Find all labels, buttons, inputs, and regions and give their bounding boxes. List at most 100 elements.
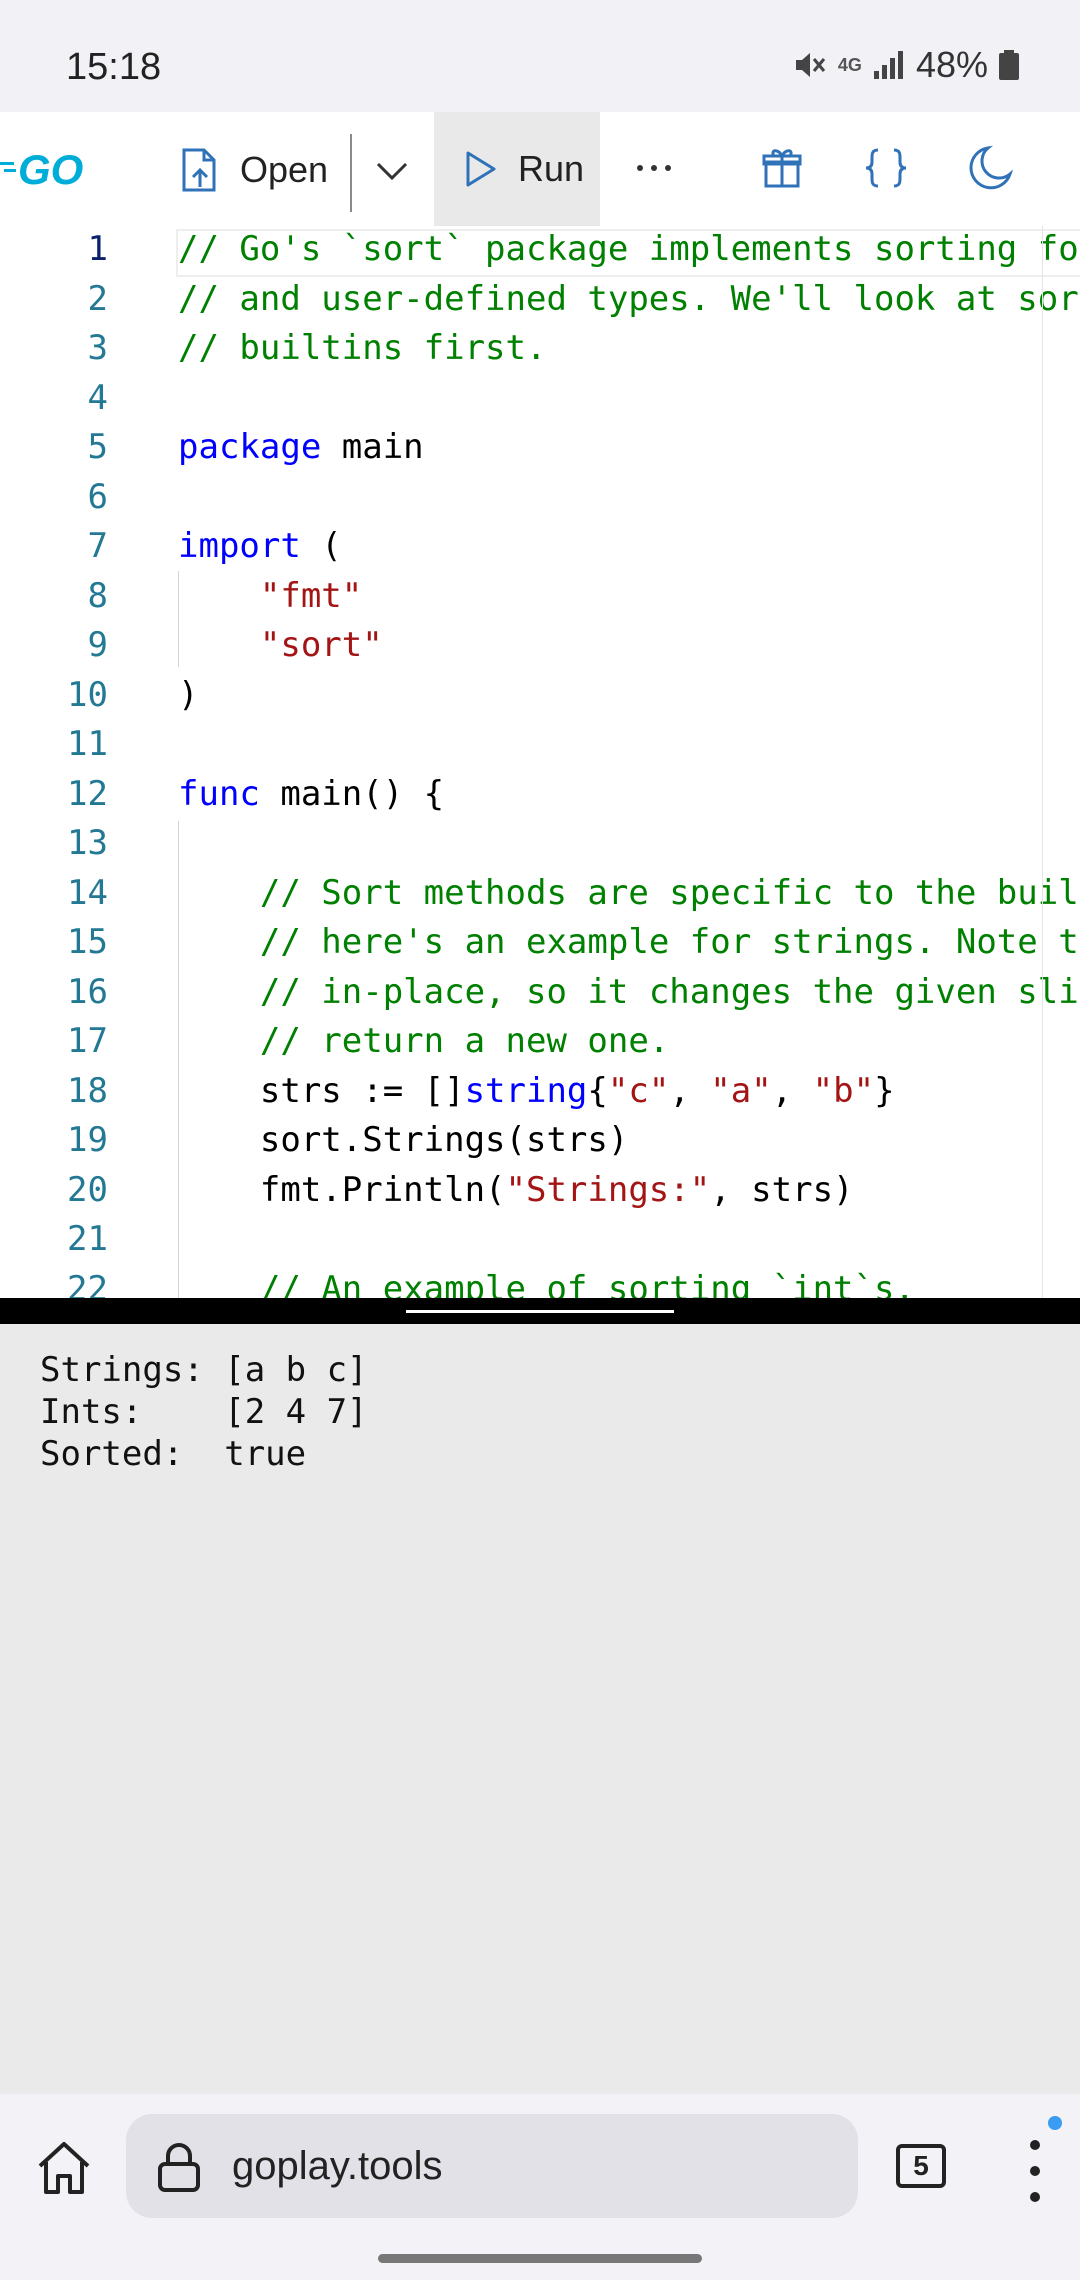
more-dot-icon — [651, 165, 657, 171]
code-token: func — [178, 773, 260, 814]
code-line[interactable]: "sort" — [178, 625, 383, 665]
go-logo-text: GO — [18, 146, 83, 193]
line-number: 17 — [67, 1021, 108, 1061]
code-token: "Strings:" — [505, 1169, 711, 1210]
code-line[interactable]: // Go's `sort` package implements sortin… — [178, 229, 1080, 269]
code-token: string — [464, 1070, 588, 1111]
code-line[interactable]: package main — [178, 427, 424, 467]
open-file-icon — [182, 148, 216, 192]
line-number: 6 — [87, 476, 108, 517]
code-line[interactable]: // here's an example for strings. Note t… — [178, 922, 1080, 962]
code-token: sort.Strings(strs) — [178, 1120, 629, 1160]
line-number: 16 — [67, 971, 108, 1012]
code-token: fmt.Println( — [178, 1169, 506, 1210]
line-number: 22 — [67, 1268, 108, 1299]
gift-icon[interactable] — [758, 144, 806, 192]
code-token: ( — [300, 526, 342, 566]
browser-toolbar: goplay.tools 5 — [0, 2094, 1080, 2280]
line-number: 2 — [87, 278, 108, 319]
code-token: // builtins first. — [178, 328, 547, 368]
play-icon — [466, 151, 496, 187]
address-bar[interactable]: goplay.tools — [126, 2114, 858, 2218]
playground-toolbar: GO Open Run — [0, 112, 1080, 226]
more-options-button[interactable] — [628, 146, 680, 190]
code-line[interactable]: "fmt" — [178, 576, 362, 616]
line-number: 5 — [87, 427, 108, 467]
home-icon[interactable] — [34, 2138, 94, 2198]
code-line[interactable]: // An example of sorting `int`s. — [178, 1269, 915, 1299]
line-number: 12 — [67, 773, 108, 814]
line-number: 8 — [87, 575, 108, 616]
more-dot-icon — [637, 165, 643, 171]
output-line: Ints: [2 4 7] — [40, 1392, 368, 1432]
code-token: main() { — [259, 773, 445, 814]
lock-icon[interactable] — [156, 2142, 202, 2192]
code-editor[interactable]: 1 2 3 4 5 6 7 8 9 10 11 12 13 14 15 16 17 18 19 20 21 22 // G… — [0, 226, 1080, 1298]
dark-mode-moon-icon[interactable] — [966, 144, 1014, 192]
network-type-label: 4G — [837, 54, 862, 75]
code-token: // and user-defined types. We'll look at… — [178, 278, 1080, 319]
splitter-drag-handle[interactable] — [406, 1310, 674, 1313]
code-line[interactable]: sort.Strings(strs) — [178, 1120, 628, 1160]
run-button-label: Run — [518, 148, 585, 189]
output-panel: Strings: [a b c] Ints: [2 4 7] Sorted: t… — [0, 1324, 1080, 2094]
battery-percentage: 48% — [915, 44, 988, 85]
battery-icon — [999, 50, 1019, 80]
line-number: 13 — [67, 823, 108, 863]
code-token: // return a new one. — [259, 1021, 670, 1061]
open-button-divider — [350, 134, 352, 212]
output-line: Strings: [a b c] — [40, 1350, 368, 1390]
signal-icon — [873, 51, 903, 79]
status-bar: 15:18 4G 48% — [0, 0, 1080, 112]
code-line[interactable]: // Sort methods are specific to the buil… — [178, 873, 1080, 913]
run-button[interactable]: Run — [434, 112, 600, 226]
line-number: 14 — [67, 872, 108, 913]
open-button[interactable]: Open — [178, 140, 328, 200]
go-logo[interactable]: GO — [0, 142, 100, 196]
notification-badge — [1048, 2116, 1062, 2130]
chevron-down-icon[interactable] — [370, 152, 414, 192]
code-token: "sort" — [259, 625, 383, 665]
code-token: "c" — [607, 1070, 670, 1111]
line-number: 18 — [67, 1070, 108, 1111]
code-token: , — [669, 1070, 711, 1111]
tabs-button[interactable]: 5 — [896, 2144, 946, 2188]
code-token: package — [178, 427, 322, 467]
line-number-gutter: 1 2 3 4 5 6 7 8 9 10 11 12 13 14 15 16 17 18 19 20 21 22 — [0, 226, 120, 1298]
code-token: , — [771, 1070, 813, 1111]
line-number: 11 — [67, 724, 108, 764]
line-number: 7 — [87, 526, 108, 566]
code-token: , strs) — [710, 1169, 854, 1210]
code-line[interactable]: ) — [178, 675, 198, 715]
format-braces-icon[interactable] — [862, 144, 910, 192]
gesture-navigation-bar[interactable] — [378, 2254, 702, 2263]
code-token: main — [321, 427, 424, 467]
code-line[interactable]: // builtins first. — [178, 328, 546, 368]
code-token: // An example of sorting `int`s. — [259, 1268, 915, 1299]
editor-overview-ruler — [1042, 226, 1043, 1298]
code-line[interactable]: // and user-defined types. We'll look at… — [178, 279, 1080, 319]
code-token: // here's an example for strings. Note t… — [259, 922, 1080, 962]
code-token: // Sort methods are specific to the buil… — [259, 872, 1080, 913]
url-text[interactable]: goplay.tools — [232, 2144, 443, 2189]
code-token: "b" — [812, 1070, 875, 1111]
menu-dot-icon — [1030, 2192, 1040, 2202]
open-button-label: Open — [240, 149, 329, 190]
code-token: strs := [] — [178, 1070, 465, 1111]
code-line[interactable]: strs := []string{"c", "a", "b"} — [178, 1071, 895, 1111]
line-number: 19 — [67, 1120, 108, 1160]
browser-menu-button[interactable] — [1020, 2124, 1050, 2220]
code-line[interactable]: func main() { — [178, 774, 444, 814]
pane-splitter[interactable] — [0, 1298, 1080, 1324]
code-line[interactable]: // in-place, so it changes the given sli… — [178, 972, 1080, 1012]
line-number: 15 — [67, 922, 108, 962]
code-line[interactable]: fmt.Println("Strings:", strs) — [178, 1170, 854, 1210]
code-line[interactable]: import ( — [178, 526, 342, 566]
code-line[interactable]: // return a new one. — [178, 1021, 669, 1061]
